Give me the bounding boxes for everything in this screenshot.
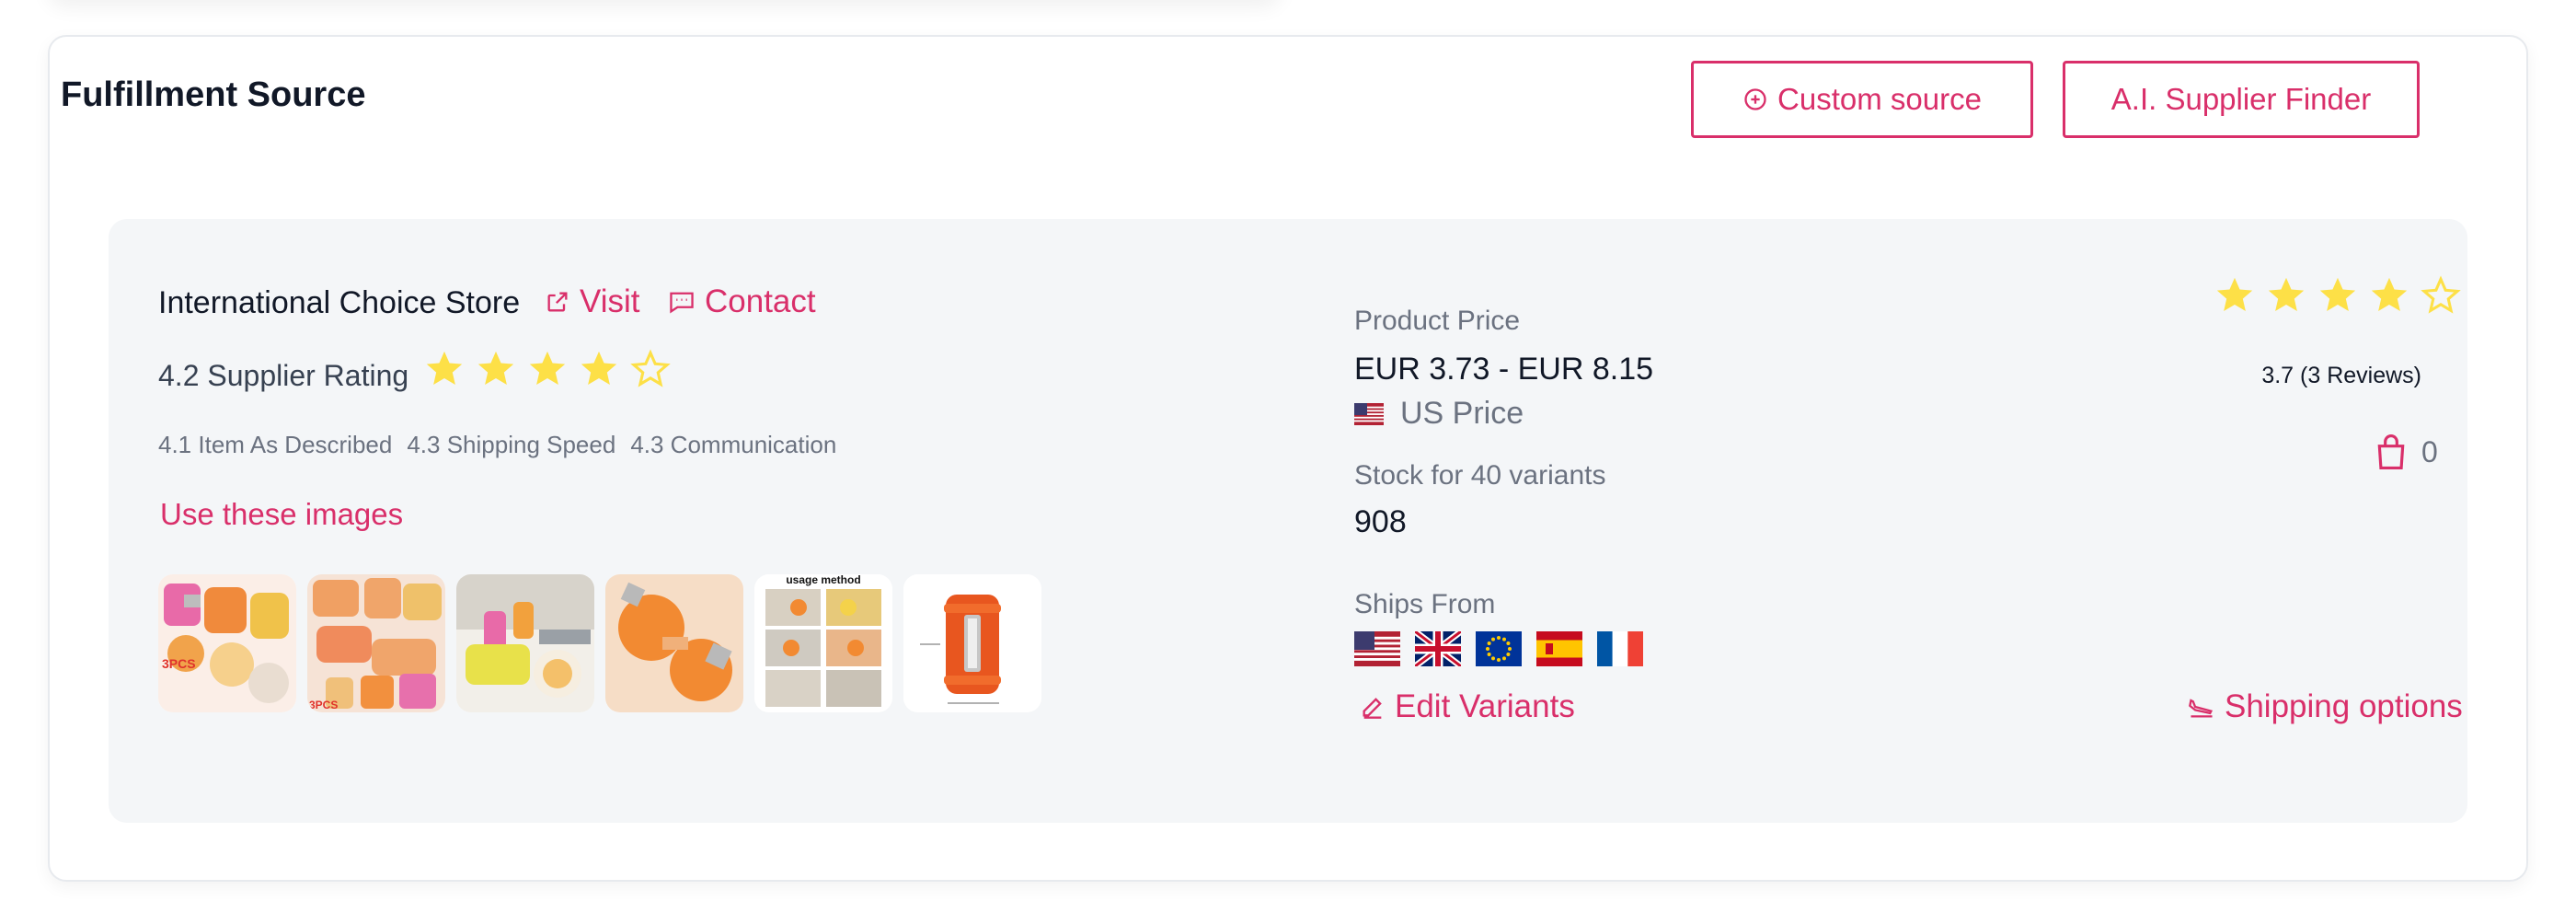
star-icon xyxy=(581,351,617,386)
us-flag-icon xyxy=(1354,402,1384,425)
supplier-rating-stars xyxy=(423,348,672,390)
shipping-speed-rating: 4.3 Shipping Speed xyxy=(407,431,616,458)
star-icon xyxy=(2216,277,2253,312)
shopping-bag-icon xyxy=(2377,434,2405,469)
uk-flag-icon xyxy=(1415,631,1461,666)
star-icon xyxy=(2371,277,2408,312)
use-these-images-link[interactable]: Use these images xyxy=(160,497,403,532)
product-thumbnail[interactable] xyxy=(456,574,594,712)
visit-label: Visit xyxy=(580,283,640,319)
us-flag-icon xyxy=(1354,631,1400,666)
thumbnail-badge-text: 3PCS xyxy=(162,656,196,671)
pencil-icon xyxy=(1363,698,1382,719)
supplier-name: International Choice Store xyxy=(158,285,521,320)
product-price-label: Product Price xyxy=(1354,306,1521,336)
reviews-count: 3.7 (3 Reviews) xyxy=(2261,363,2421,388)
communication-rating: 4.3 Communication xyxy=(630,431,837,458)
stock-value: 908 xyxy=(1354,504,1407,539)
shipping-options-label: Shipping options xyxy=(2225,688,2463,724)
contact-link[interactable]: Contact xyxy=(668,283,816,320)
product-price-value: EUR 3.73 - EUR 8.15 xyxy=(1354,352,1654,387)
ai-supplier-finder-button[interactable]: A.I. Supplier Finder xyxy=(2063,61,2420,138)
supplier-rating-text: 4.2 Supplier Rating xyxy=(158,359,409,392)
section-title: Fulfillment Source xyxy=(61,75,366,114)
stock-label: Stock for 40 variants xyxy=(1354,460,1606,491)
product-thumbnail[interactable] xyxy=(903,574,1041,712)
thumbnail-usage-text: usage method xyxy=(786,574,860,586)
star-icon xyxy=(2319,277,2356,312)
product-thumbnail[interactable]: 3PCS xyxy=(307,574,445,712)
star-outline-icon xyxy=(2421,275,2461,314)
product-thumbnail[interactable]: usage method xyxy=(754,574,892,712)
import-count[interactable]: 0 xyxy=(2374,433,2438,471)
star-icon xyxy=(529,351,566,386)
star-outline-icon xyxy=(630,349,671,387)
eu-flag-icon xyxy=(1476,631,1522,666)
ships-from-label: Ships From xyxy=(1354,589,1496,619)
ships-from-flags xyxy=(1354,631,1643,666)
us-price-label: US Price xyxy=(1400,396,1524,431)
plus-circle-icon xyxy=(1744,88,1766,110)
item-as-described-rating: 4.1 Item As Described xyxy=(158,431,393,458)
france-flag-icon xyxy=(1597,631,1643,666)
sub-ratings: 4.1 Item As Described 4.3 Shipping Speed… xyxy=(158,431,836,459)
product-thumbnail[interactable]: 3PCS xyxy=(158,574,296,712)
custom-source-button[interactable]: Custom source xyxy=(1691,61,2033,138)
star-icon xyxy=(426,351,463,386)
message-icon xyxy=(670,292,694,314)
contact-label: Contact xyxy=(705,283,816,319)
spain-flag-icon xyxy=(1536,631,1582,666)
ai-supplier-finder-label: A.I. Supplier Finder xyxy=(2110,82,2372,116)
thumbnail-badge-text: 3PCS xyxy=(309,699,338,711)
product-thumbnail[interactable] xyxy=(605,574,743,712)
us-price-toggle[interactable]: US Price xyxy=(1354,396,1524,432)
bag-count: 0 xyxy=(2421,434,2438,468)
product-rating-stars xyxy=(2214,274,2462,317)
supplier-card: International Choice Store Visit Contact… xyxy=(109,219,2467,823)
custom-source-label: Custom source xyxy=(1777,82,1982,116)
star-icon xyxy=(477,351,514,386)
visit-link[interactable]: Visit xyxy=(545,283,640,320)
edit-variants-label: Edit Variants xyxy=(1395,688,1575,724)
product-image-thumbnails: 3PCS 3PCS usage method xyxy=(158,574,1041,712)
shipping-options-link[interactable]: Shipping options xyxy=(2188,688,2463,725)
plane-landing-icon xyxy=(2189,699,2214,718)
star-icon xyxy=(2268,277,2305,312)
edit-variants-link[interactable]: Edit Variants xyxy=(1360,688,1575,725)
external-link-icon xyxy=(547,292,568,312)
